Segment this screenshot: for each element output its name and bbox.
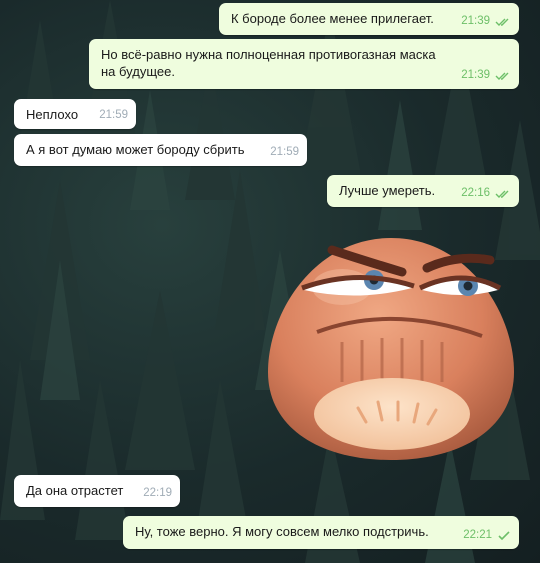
message-text: Лучше умереть.	[339, 183, 436, 198]
single-check-icon	[497, 530, 511, 541]
message-bubble-incoming[interactable]: А я вот думаю может бороду сбрить 21:59	[14, 134, 307, 166]
message-bubble-outgoing[interactable]: Ну, тоже верно. Я могу совсем мелко подс…	[123, 516, 519, 549]
message-text: Но всё-равно нужна полноценная противога…	[101, 47, 436, 79]
message-bubble-outgoing[interactable]: К бороде более менее прилегает. 21:39	[219, 3, 519, 35]
grumpy-face-sticker[interactable]	[262, 232, 520, 462]
message-time: 21:39	[461, 69, 490, 81]
double-check-icon	[495, 189, 511, 199]
message-meta: 21:59	[270, 144, 299, 161]
message-meta: 21:59	[99, 107, 128, 124]
message-meta: 21:39	[461, 13, 511, 30]
message-text: Неплохо	[26, 107, 79, 122]
message-bubble-incoming[interactable]: Неплохо 21:59	[14, 99, 136, 129]
message-meta: 21:39	[461, 67, 511, 84]
message-text: К бороде более менее прилегает.	[231, 11, 434, 26]
message-time: 22:16	[461, 187, 490, 199]
message-meta: 22:19	[143, 485, 172, 502]
message-time: 22:19	[143, 487, 172, 499]
message-time: 22:21	[463, 529, 492, 541]
double-check-icon	[495, 17, 511, 27]
message-meta: 22:16	[461, 185, 511, 202]
message-meta: 22:21	[463, 527, 511, 544]
message-bubble-outgoing[interactable]: Лучше умереть. 22:16	[327, 175, 519, 207]
message-text: Ну, тоже верно. Я могу совсем мелко подс…	[135, 524, 429, 539]
message-time: 21:39	[461, 15, 490, 27]
message-time: 21:59	[270, 146, 299, 158]
message-bubble-incoming[interactable]: Да она отрастет 22:19	[14, 475, 180, 507]
message-bubble-outgoing[interactable]: Но всё-равно нужна полноценная противога…	[89, 39, 519, 89]
message-time: 21:59	[99, 109, 128, 121]
message-text: Да она отрастет	[26, 483, 124, 498]
double-check-icon	[495, 71, 511, 81]
message-text: А я вот думаю может бороду сбрить	[26, 142, 245, 157]
